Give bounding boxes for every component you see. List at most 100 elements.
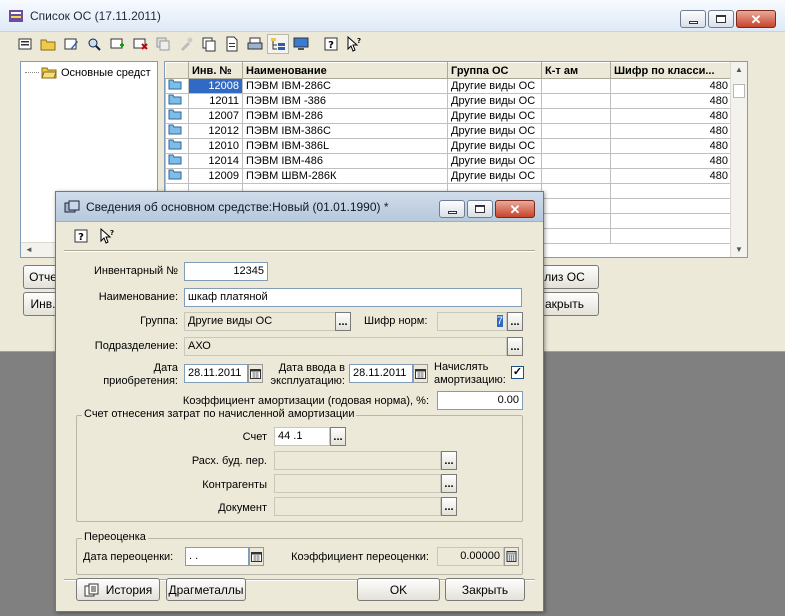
contractors-field[interactable]: [274, 474, 441, 493]
cell-group[interactable]: Другие виды ОС: [447, 138, 542, 154]
cell-group[interactable]: Другие виды ОС: [447, 153, 542, 169]
commission-date-field[interactable]: 28.11.2011: [349, 364, 413, 383]
cell-k[interactable]: [541, 108, 611, 124]
cell-k[interactable]: [541, 123, 611, 139]
group-field[interactable]: Другие виды ОС: [184, 312, 336, 331]
account-field[interactable]: 44 .1: [274, 427, 330, 446]
context-help-icon[interactable]: ?: [343, 34, 365, 54]
account-select-button[interactable]: ...: [330, 427, 346, 446]
cell-code[interactable]: 480: [610, 78, 732, 94]
empty-cell[interactable]: [610, 213, 732, 229]
document-select-button[interactable]: ...: [441, 497, 457, 516]
cell-name[interactable]: ПЭВМ IBM-286: [242, 108, 448, 124]
empty-cell[interactable]: [610, 198, 732, 214]
monitor-icon[interactable]: [290, 34, 312, 54]
history-button[interactable]: История: [76, 578, 160, 601]
amortize-checkbox[interactable]: ✓: [511, 366, 524, 379]
column-header-inv[interactable]: Инв. №: [188, 62, 243, 79]
cell-group[interactable]: Другие виды ОС: [447, 108, 542, 124]
cell-inv[interactable]: 12012: [188, 123, 243, 139]
calculator-icon[interactable]: [504, 547, 519, 566]
copy-disabled-icon[interactable]: [152, 34, 174, 54]
column-header-group[interactable]: Группа ОС: [447, 62, 542, 79]
empty-cell[interactable]: [610, 183, 732, 199]
cell-group[interactable]: Другие виды ОС: [447, 123, 542, 139]
cell-inv[interactable]: 12007: [188, 108, 243, 124]
help-icon[interactable]: ?: [320, 34, 342, 54]
cell-inv[interactable]: 12009: [188, 168, 243, 184]
calendar-icon[interactable]: [248, 364, 263, 383]
cell-k[interactable]: [541, 78, 611, 94]
column-header-icon[interactable]: [165, 62, 189, 79]
cell-name[interactable]: ПЭВМ ШВМ-286К: [242, 168, 448, 184]
table-row[interactable]: 12008 ПЭВМ IBM-286C Другие виды ОС 480: [165, 78, 732, 94]
cell-code[interactable]: 480: [610, 108, 732, 124]
table-row[interactable]: 12007 ПЭВМ IBM-286 Другие виды ОС 480: [165, 108, 732, 124]
empty-cell[interactable]: [541, 183, 611, 199]
cell-inv[interactable]: 12011: [188, 93, 243, 109]
column-header-name[interactable]: Наименование: [242, 62, 448, 79]
cell-name[interactable]: ПЭВМ IBM-386C: [242, 123, 448, 139]
table-row[interactable]: 12009 ПЭВМ ШВМ-286К Другие виды ОС 480: [165, 168, 732, 184]
department-select-button[interactable]: ...: [507, 337, 523, 356]
cell-inv[interactable]: 12010: [188, 138, 243, 154]
cell-k[interactable]: [541, 138, 611, 154]
tree-view-icon[interactable]: [267, 34, 289, 54]
row-icon-cell[interactable]: [165, 78, 189, 94]
scrollbar-thumb[interactable]: [733, 84, 745, 98]
column-header-code[interactable]: Шифр по класси...: [610, 62, 732, 79]
copy-icon[interactable]: [198, 34, 220, 54]
empty-cell[interactable]: [541, 198, 611, 214]
tree-node-root[interactable]: Основные средст: [25, 66, 151, 79]
row-icon-cell[interactable]: [165, 93, 189, 109]
cell-name[interactable]: ПЭВМ IBM-386L: [242, 138, 448, 154]
inv-number-field[interactable]: 12345: [184, 262, 268, 281]
cell-inv[interactable]: 12008: [188, 78, 243, 94]
revaluation-coef-field[interactable]: 0.00000: [437, 547, 504, 566]
cipher-field[interactable]: 7: [437, 312, 507, 331]
cell-inv[interactable]: 12014: [188, 153, 243, 169]
name-field[interactable]: шкаф платяной: [184, 288, 522, 307]
cell-code[interactable]: 480: [610, 93, 732, 109]
row-icon-cell[interactable]: [165, 108, 189, 124]
revaluation-date-field[interactable]: . .: [185, 547, 249, 566]
table-row[interactable]: 12014 ПЭВМ IBM-486 Другие виды ОС 480: [165, 153, 732, 169]
empty-cell[interactable]: [541, 213, 611, 229]
cell-name[interactable]: ПЭВМ IBM-286C: [242, 78, 448, 94]
row-icon-cell[interactable]: [165, 138, 189, 154]
column-header-k[interactable]: К-т ам: [541, 62, 611, 79]
find-icon[interactable]: [83, 34, 105, 54]
close-button[interactable]: ✕: [736, 10, 776, 28]
cell-code[interactable]: 480: [610, 138, 732, 154]
context-help-icon[interactable]: ?: [96, 226, 118, 246]
calendar-icon[interactable]: [249, 547, 264, 566]
cell-name[interactable]: ПЭВМ IBM -386: [242, 93, 448, 109]
dialog-minimize-button[interactable]: [439, 200, 465, 218]
document-icon[interactable]: [221, 34, 243, 54]
help-icon[interactable]: ?: [70, 226, 92, 246]
cell-code[interactable]: 480: [610, 168, 732, 184]
cell-code[interactable]: 480: [610, 153, 732, 169]
open-folder-icon[interactable]: [37, 34, 59, 54]
cell-k[interactable]: [541, 93, 611, 109]
minimize-button[interactable]: [680, 10, 706, 28]
department-field[interactable]: АХО: [184, 337, 507, 356]
document-field[interactable]: [274, 497, 441, 516]
cell-k[interactable]: [541, 168, 611, 184]
maximize-button[interactable]: [708, 10, 734, 28]
list-icon[interactable]: [14, 34, 36, 54]
empty-cell[interactable]: [610, 228, 732, 244]
empty-cell[interactable]: [541, 228, 611, 244]
cell-k[interactable]: [541, 153, 611, 169]
table-row[interactable]: 12012 ПЭВМ IBM-386C Другие виды ОС 480: [165, 123, 732, 139]
dialog-maximize-button[interactable]: [467, 200, 493, 218]
acquisition-date-field[interactable]: 28.11.2011: [184, 364, 248, 383]
budget-field[interactable]: [274, 451, 441, 470]
cell-group[interactable]: Другие виды ОС: [447, 78, 542, 94]
dialog-close-button[interactable]: ✕: [495, 200, 535, 218]
delete-row-icon[interactable]: [129, 34, 151, 54]
print-icon[interactable]: [244, 34, 266, 54]
grid-vertical-scrollbar[interactable]: ▲ ▼: [730, 62, 747, 257]
add-row-icon[interactable]: [106, 34, 128, 54]
dialog-close-text-button[interactable]: Закрыть: [445, 578, 525, 601]
